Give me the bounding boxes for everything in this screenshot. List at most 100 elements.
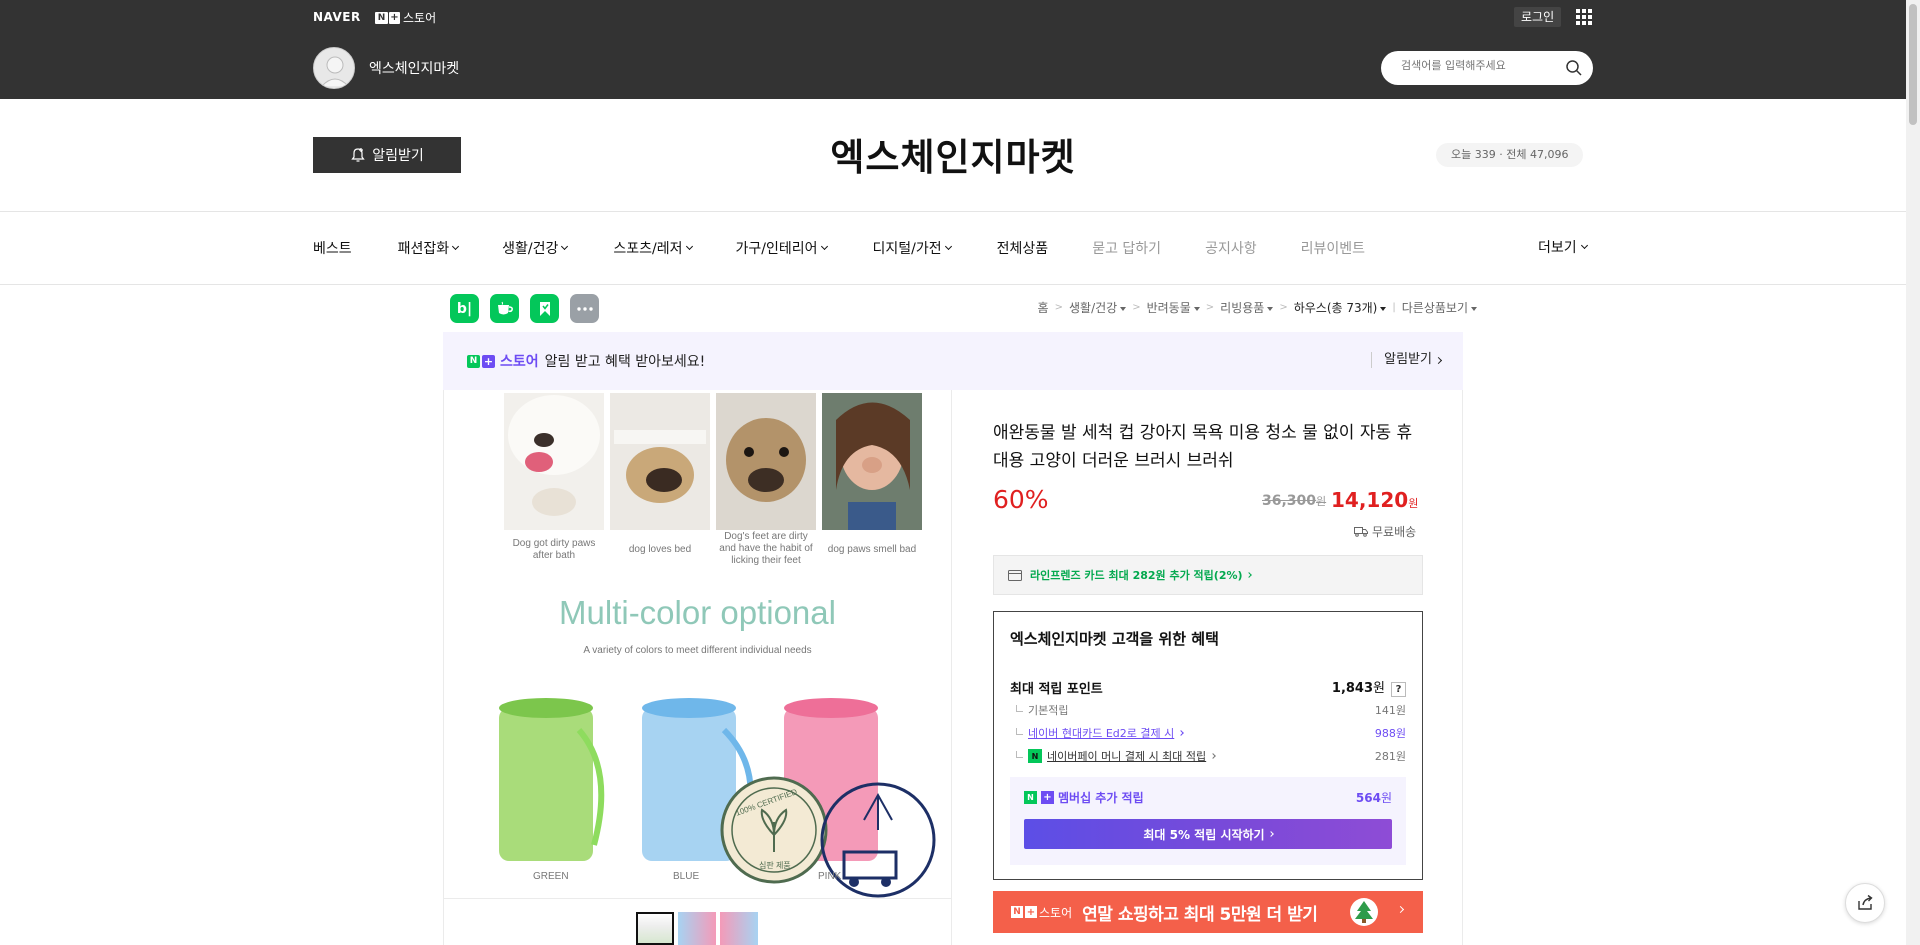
- divider: [951, 390, 952, 945]
- share-buttons: b|: [450, 294, 599, 323]
- image-caption: dog loves bed: [628, 544, 692, 555]
- share-float-button[interactable]: [1845, 883, 1885, 923]
- notification-banner: N + 스토어 알림 받고 혜택 받아보세요! 알림받기: [443, 332, 1463, 390]
- nav-item-qna[interactable]: 묻고 답하기: [1092, 237, 1161, 259]
- caret-down-icon: [1120, 306, 1127, 311]
- plus-icon: +: [1041, 791, 1054, 804]
- tree-line-icon: [1016, 727, 1023, 735]
- npay-points-link[interactable]: 네이버페이 머니 결제 시 최대 적립: [1047, 748, 1206, 764]
- nav-more-button[interactable]: 더보기: [1538, 237, 1588, 257]
- nav-label: 스포츠/레저: [613, 241, 683, 257]
- chevron-down-icon: [1580, 241, 1588, 250]
- seal-subtext: 심판 제품: [759, 861, 791, 870]
- tree-line-icon: [1016, 750, 1023, 758]
- chevron-right-icon: [1267, 831, 1274, 837]
- store-search-box: [1381, 51, 1593, 85]
- customer-benefit-box: 엑스체인지마켓 고객을 위한 혜택 최대 적립 포인트 1,843원? 기본적립…: [993, 611, 1423, 880]
- naver-plus-badge-icon: N +: [375, 11, 400, 24]
- product-main-image[interactable]: Dog got dirty paws after bath dog loves …: [444, 390, 951, 898]
- product-image-graphic: [499, 393, 936, 898]
- sale-price: 14,120원: [1331, 488, 1418, 512]
- nav-more-label: 더보기: [1538, 240, 1577, 256]
- nav-item-digital[interactable]: 디지털/가전: [873, 237, 952, 259]
- breadcrumb-separator: |: [1392, 302, 1396, 313]
- store-avatar[interactable]: [313, 47, 355, 89]
- other-products-link[interactable]: 다른상품보기: [1402, 299, 1477, 316]
- card-points-value: 988원: [1374, 727, 1406, 740]
- card-points-link[interactable]: 네이버 현대카드 Ed2로 결제 시: [1028, 725, 1174, 741]
- visitors-total: 전체 47,096: [1506, 148, 1569, 161]
- chevron-down-icon: [685, 242, 693, 251]
- notice-cta-label: 알림받기: [1384, 352, 1432, 367]
- card-offer-banner[interactable]: 라인프렌즈 카드 최대 282원 추가 적립(2%): [993, 555, 1423, 595]
- nav-label: 묻고 답하기: [1092, 241, 1162, 257]
- login-button[interactable]: 로그인: [1514, 7, 1562, 27]
- store-title[interactable]: 엑스체인지마켓: [0, 127, 1906, 181]
- chevron-right-icon: [1245, 572, 1252, 578]
- nav-item-fashion[interactable]: 패션잡화: [398, 237, 460, 259]
- membership-box: N + 멤버십 추가 적립 564원 최대 5% 적립 시작하기: [1010, 777, 1406, 865]
- thumbnail-3[interactable]: [720, 912, 758, 945]
- store-name[interactable]: 엑스체인지마켓: [369, 58, 459, 78]
- truck-icon: [1354, 527, 1368, 537]
- search-icon[interactable]: [1565, 59, 1583, 77]
- scrollbar-thumb[interactable]: [1909, 4, 1917, 125]
- npay-points-value: 281원: [1374, 750, 1406, 763]
- naver-plus-store-badge: N + 스토어: [467, 351, 539, 371]
- more-icon[interactable]: [570, 294, 599, 323]
- breadcrumb-level4[interactable]: 하우스(총 73개): [1294, 299, 1387, 316]
- nav-item-all-products[interactable]: 전체상품: [997, 237, 1049, 259]
- store-brand-label: 스토어: [403, 11, 437, 25]
- max-points-value-wrap: 1,843원?: [1332, 677, 1406, 697]
- nav-label: 생활/건강: [502, 241, 559, 257]
- chevron-right-icon: [1210, 753, 1217, 759]
- breadcrumb: 홈 > 생활/건강 > 반려동물 > 리빙용품 > 하우스(총 73개) | 다…: [1038, 299, 1477, 316]
- breadcrumb-label: 하우스(총 73개): [1293, 301, 1378, 315]
- cup-color-label: BLUE: [673, 871, 700, 882]
- membership-value-wrap: 564원: [1356, 789, 1392, 806]
- nav-item-furniture[interactable]: 가구/인테리어: [736, 237, 828, 259]
- naver-n-icon: N: [1024, 791, 1037, 804]
- visitor-count: 오늘 339 · 전체 47,096: [1436, 143, 1584, 167]
- search-input[interactable]: [1401, 59, 1561, 72]
- naver-logo[interactable]: NAVER: [313, 10, 361, 24]
- nav-item-sports[interactable]: 스포츠/레저: [613, 237, 693, 259]
- membership-start-button[interactable]: 최대 5% 적립 시작하기: [1024, 819, 1392, 849]
- caret-down-icon: [1380, 306, 1387, 311]
- membership-cta-label: 최대 5% 적립 시작하기: [1143, 827, 1265, 842]
- thumbnail-2[interactable]: [678, 912, 716, 945]
- page-scrollbar[interactable]: [1906, 0, 1920, 945]
- breadcrumb-level1[interactable]: 생활/건강: [1069, 299, 1127, 316]
- nav-label: 베스트: [313, 241, 352, 257]
- chevron-down-icon: [452, 242, 460, 251]
- shipping-label: 무료배송: [1372, 525, 1417, 539]
- chevron-right-icon: [1396, 905, 1405, 914]
- breadcrumb-separator: >: [1279, 302, 1288, 313]
- notice-brand: 스토어: [500, 354, 539, 370]
- notice-subscribe-link[interactable]: 알림받기: [1371, 352, 1443, 368]
- nav-item-living-health[interactable]: 생활/건강: [502, 237, 569, 259]
- naver-plus-store-link[interactable]: N + 스토어: [375, 9, 436, 26]
- cafe-icon[interactable]: [490, 294, 519, 323]
- credit-card-icon: [1008, 569, 1022, 581]
- bookmark-icon[interactable]: [530, 294, 559, 323]
- blog-icon[interactable]: b|: [450, 294, 479, 323]
- nav-item-review-event[interactable]: 리뷰이벤트: [1301, 237, 1365, 259]
- image-caption: Dog got dirty paws after bath: [512, 538, 596, 561]
- notice-message: 알림 받고 혜택 받아보세요!: [544, 354, 706, 370]
- breadcrumb-level3[interactable]: 리빙용품: [1220, 299, 1274, 316]
- original-price-value: 36,300: [1262, 493, 1317, 509]
- image-headline: Multi-color optional: [559, 594, 836, 631]
- base-points-label: 기본적립: [1028, 704, 1069, 717]
- thumbnail-1[interactable]: [636, 912, 674, 945]
- year-end-promo-banner[interactable]: N + 스토어 연말 쇼핑하고 최대 5만원 더 받기: [993, 891, 1423, 933]
- apps-grid-icon[interactable]: [1576, 9, 1592, 25]
- nav-item-best[interactable]: 베스트: [313, 237, 352, 259]
- christmas-tree-icon: [1350, 898, 1378, 926]
- breadcrumb-home[interactable]: 홈: [1038, 299, 1049, 316]
- chevron-right-icon: [1178, 730, 1185, 736]
- breadcrumb-level2[interactable]: 반려동물: [1147, 299, 1200, 316]
- nav-item-notice[interactable]: 공지사항: [1205, 237, 1257, 259]
- naver-plus-store-badge: N + 스토어: [1011, 904, 1072, 921]
- help-icon[interactable]: ?: [1391, 682, 1406, 697]
